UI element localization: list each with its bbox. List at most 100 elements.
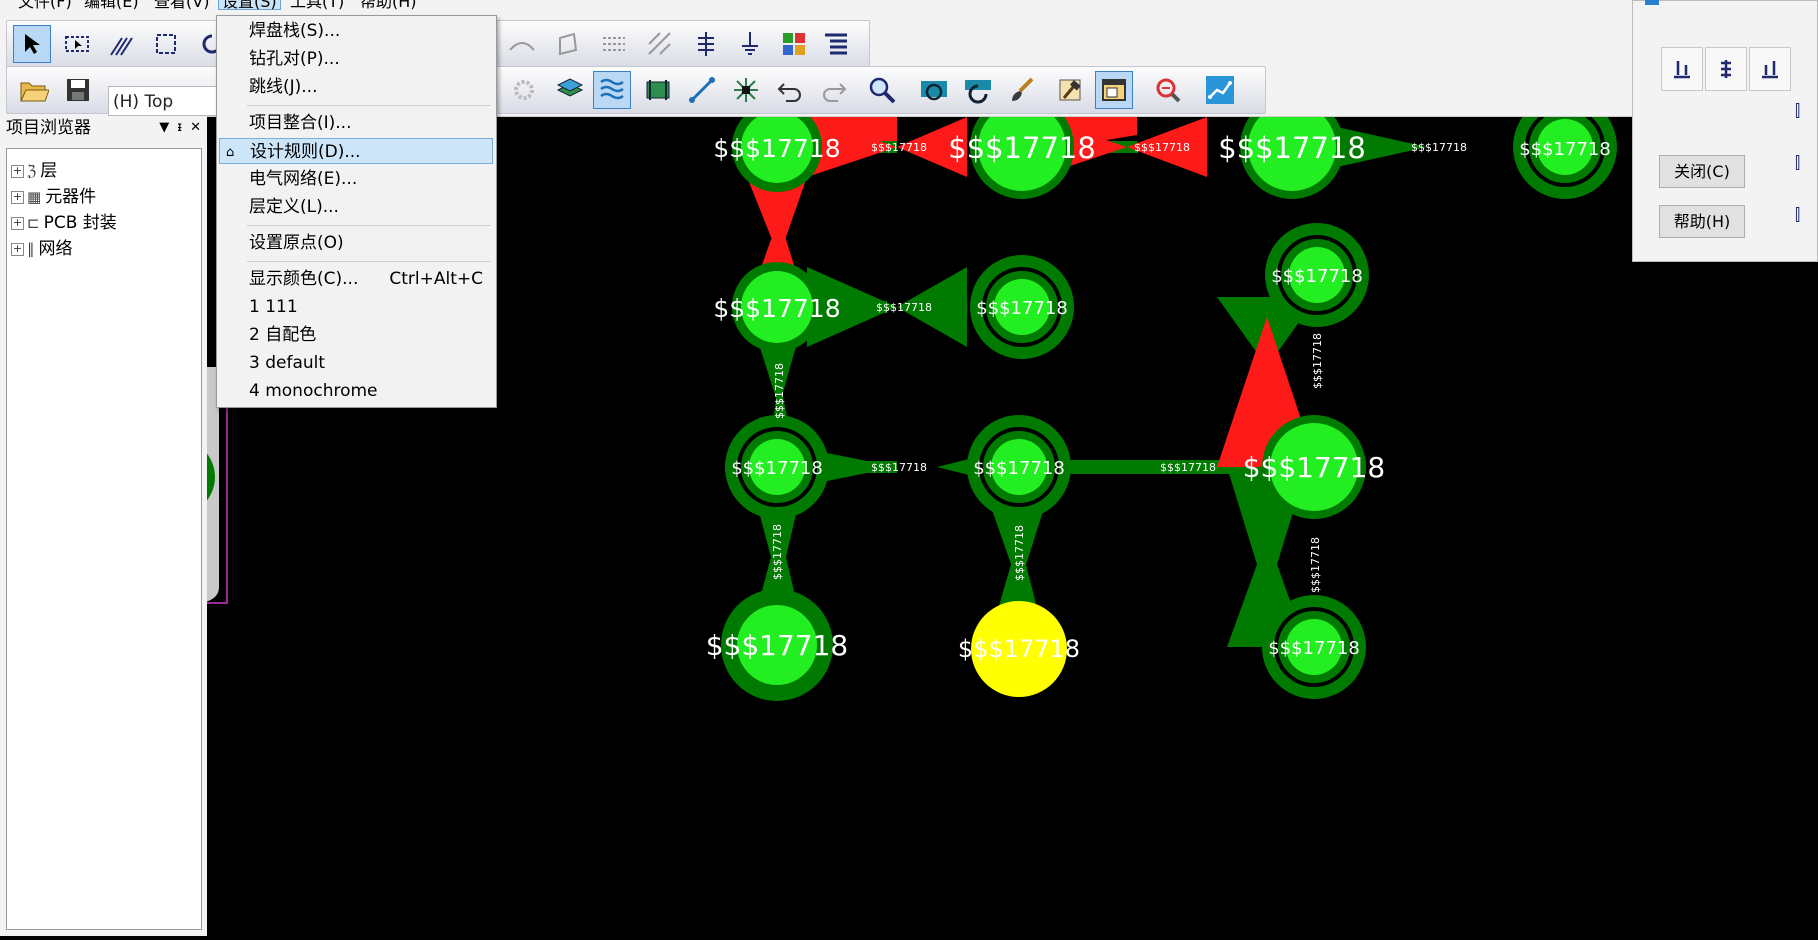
- color-grid-icon[interactable]: [775, 25, 813, 63]
- view-board-icon[interactable]: [915, 71, 953, 109]
- menu-separator: [247, 261, 491, 262]
- menu-item-electrical-net[interactable]: 电气网络(E)...: [219, 166, 493, 192]
- redo-icon[interactable]: [815, 71, 853, 109]
- project-tree: + ℨ 层 + ▦ 元器件 + ⊏ PCB 封装 + ∥ 网络: [6, 148, 202, 930]
- net-label: $$$17718: [976, 298, 1068, 319]
- via-icon[interactable]: [687, 25, 725, 63]
- layers-icon: ℨ: [27, 162, 37, 180]
- menu-item-layer-definition[interactable]: 层定义(L)...: [219, 194, 493, 220]
- menu-item-drill-pairs[interactable]: 钻孔对(P)...: [219, 46, 493, 72]
- panel-controls: ▼ ᵻ ✕: [159, 116, 201, 140]
- net-label: $$$17718: [958, 635, 1080, 663]
- net-label: $$$17718: [1243, 451, 1386, 484]
- trace-label: $$$17718: [871, 141, 927, 154]
- route-icon[interactable]: [103, 25, 141, 63]
- arc-disabled-icon[interactable]: [503, 25, 541, 63]
- net-label: $$$17718: [1218, 131, 1366, 165]
- side-tool-icon[interactable]: ⫿: [1795, 101, 1800, 121]
- menu-item-jumpers[interactable]: 跳线(J)...: [219, 74, 493, 100]
- menu-item-set-origin[interactable]: 设置原点(O): [219, 230, 493, 256]
- teardrop-disabled-icon[interactable]: [549, 25, 587, 63]
- layer-select[interactable]: (H) Top: [108, 86, 220, 116]
- copper-disabled-icon[interactable]: [595, 25, 633, 63]
- tree-item-layers[interactable]: + ℨ 层: [11, 159, 57, 183]
- zoom-reset-icon[interactable]: [1149, 71, 1187, 109]
- trace-label: $$$17718: [1160, 461, 1216, 474]
- net-label: $$$17718: [948, 131, 1096, 165]
- footprint-icon: ⊏: [27, 214, 40, 232]
- refresh-board-icon[interactable]: [959, 71, 997, 109]
- net-label: $$$17718: [713, 134, 840, 163]
- net-label: $$$17718: [973, 458, 1065, 479]
- menu-item-design-rules[interactable]: ⌂ 设计规则(D)...: [219, 138, 493, 164]
- board-icon[interactable]: [639, 71, 677, 109]
- net-label: $$$17718: [1271, 266, 1363, 287]
- tree-item-components[interactable]: + ▦ 元器件: [11, 185, 96, 209]
- side-tool-icon[interactable]: ⫿: [1795, 153, 1800, 173]
- window-icon[interactable]: [1095, 71, 1133, 109]
- close-icon[interactable]: ✕: [190, 116, 201, 140]
- select-arrow-icon[interactable]: [13, 25, 51, 63]
- hammer-icon[interactable]: [1051, 71, 1089, 109]
- trace-label: $$$17718: [1311, 333, 1324, 389]
- expand-icon[interactable]: +: [11, 164, 24, 178]
- save-icon[interactable]: [59, 71, 97, 109]
- teardrops: [747, 117, 1427, 647]
- menu-separator: [247, 105, 491, 106]
- menu-item-display-colors[interactable]: 显示颜色(C)... Ctrl+Alt+C: [219, 266, 493, 292]
- align-top-icon[interactable]: [1749, 47, 1791, 91]
- menu-view[interactable]: 查看(V): [154, 0, 209, 10]
- trace-label: $$$17718: [1134, 141, 1190, 154]
- ground-icon[interactable]: [731, 25, 769, 63]
- list-icon[interactable]: [817, 25, 855, 63]
- dropdown-arrow-icon[interactable]: ▼: [159, 116, 169, 140]
- component-star-icon[interactable]: [727, 71, 765, 109]
- align-bottom-icon[interactable]: [1661, 47, 1703, 91]
- menu-help[interactable]: 帮助(H): [360, 0, 417, 10]
- menu-item-color-preset-4[interactable]: 4 monochrome: [219, 378, 493, 404]
- component-icon: ▦: [27, 188, 42, 206]
- expand-icon[interactable]: +: [11, 216, 24, 230]
- settings-menu: 焊盘栈(S)... 钻孔对(P)... 跳线(J)... 项目整合(I)... …: [216, 15, 497, 408]
- menu-item-color-preset-2[interactable]: 2 自配色: [219, 322, 493, 348]
- pin-icon[interactable]: ᵻ: [177, 116, 182, 140]
- tree-item-footprints[interactable]: + ⊏ PCB 封装: [11, 211, 117, 235]
- side-tool-icon[interactable]: ⫿: [1795, 205, 1800, 225]
- net-label: $$$17718: [1268, 638, 1360, 659]
- net-label: $$$17718: [1519, 139, 1611, 160]
- brush-icon[interactable]: [1003, 71, 1041, 109]
- trace-label: $$$17718: [871, 461, 927, 474]
- trace-label: $$$17718: [773, 363, 786, 419]
- menu-item-padstack[interactable]: 焊盘栈(S)...: [219, 18, 493, 44]
- menu-settings[interactable]: 设置(S): [218, 0, 281, 10]
- undo-icon[interactable]: [771, 71, 809, 109]
- zoom-icon[interactable]: [863, 71, 901, 109]
- tree-item-nets[interactable]: + ∥ 网络: [11, 237, 73, 261]
- expand-icon[interactable]: +: [11, 190, 24, 204]
- net-route-icon[interactable]: [1201, 71, 1239, 109]
- project-browser-panel: 项目浏览器 ▼ ᵻ ✕ + ℨ 层 + ▦ 元器件 + ⊏ PCB 封装 + ∥…: [0, 116, 207, 936]
- menu-item-color-preset-3[interactable]: 3 default: [219, 350, 493, 376]
- tree-item-label: 元器件: [45, 187, 97, 207]
- menu-edit[interactable]: 编辑(E): [84, 0, 139, 10]
- align-center-icon[interactable]: [1705, 47, 1747, 91]
- expand-icon[interactable]: +: [11, 242, 24, 256]
- pads[interactable]: [721, 95, 1617, 701]
- menu-item-color-preset-1[interactable]: 1 111: [219, 294, 493, 320]
- close-button[interactable]: 关闭(C): [1659, 155, 1745, 188]
- select-box-icon[interactable]: [59, 25, 97, 63]
- open-folder-icon[interactable]: [15, 71, 53, 109]
- menu-item-project-integrate[interactable]: 项目整合(I)...: [219, 110, 493, 136]
- move-icon[interactable]: [147, 25, 185, 63]
- gear-disabled-icon[interactable]: [505, 71, 543, 109]
- help-button[interactable]: 帮助(H): [1659, 205, 1745, 238]
- trace-label: $$$17718: [1411, 141, 1467, 154]
- menu-tools[interactable]: 工具(T): [290, 0, 344, 10]
- hatch-disabled-icon[interactable]: [641, 25, 679, 63]
- copper-pour-icon[interactable]: [593, 71, 631, 109]
- menu-bar: 文件(F) 编辑(E) 查看(V) 设置(S) 工具(T) 帮助(H): [0, 0, 1632, 14]
- line-icon[interactable]: [683, 71, 721, 109]
- menu-file[interactable]: 文件(F): [18, 0, 72, 10]
- layers-3d-icon[interactable]: [551, 71, 589, 109]
- dialog-title-icon: [1645, 0, 1659, 5]
